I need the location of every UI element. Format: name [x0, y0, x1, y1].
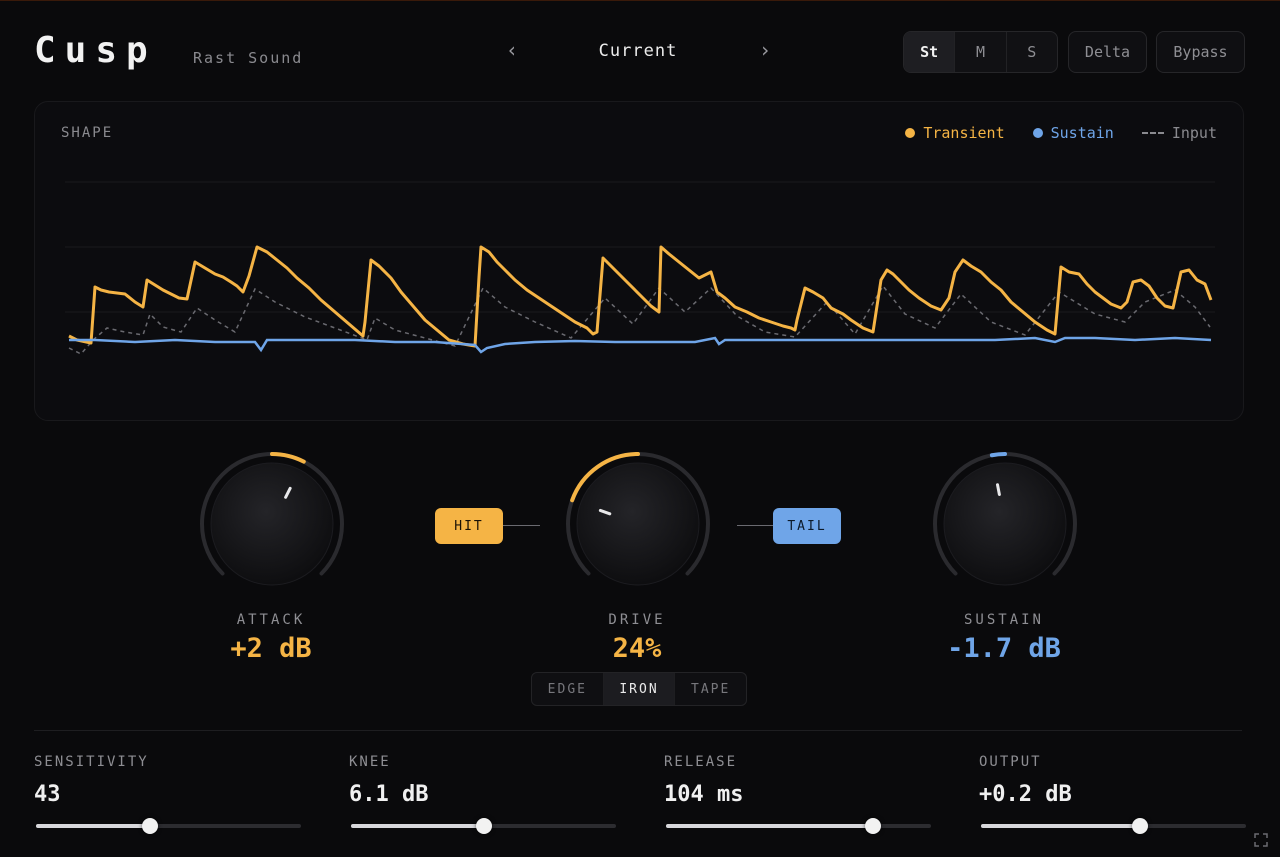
resize-icon[interactable] [1254, 833, 1268, 847]
sensitivity-slider[interactable] [36, 818, 301, 834]
sensitivity-control: SENSITIVITY 43 [34, 754, 304, 834]
legend-transient-label: Transient [923, 124, 1005, 142]
sensitivity-value: 43 [34, 782, 61, 807]
shape-title: SHAPE [61, 125, 114, 141]
legend-transient-dot [905, 128, 916, 138]
drive-mode-iron[interactable]: IRON [603, 673, 676, 705]
release-control: RELEASE 104 ms [664, 754, 934, 834]
output-value: +0.2 dB [979, 782, 1072, 807]
output-slider[interactable] [981, 818, 1246, 834]
release-slider-thumb[interactable] [864, 818, 881, 834]
delta-button[interactable]: Delta [1068, 31, 1147, 73]
hit-tag: HIT [435, 508, 503, 544]
sensitivity-label: SENSITIVITY [34, 754, 149, 770]
top-border [0, 0, 1280, 1]
output-control: OUTPUT +0.2 dB [979, 754, 1249, 834]
release-slider-fill [666, 824, 873, 828]
channel-mode-selector: St M S [903, 31, 1058, 73]
sustain-value: -1.7 dB [947, 633, 1061, 664]
drive-mode-tape[interactable]: TAPE [675, 673, 746, 705]
legend-input-label: Input [1171, 124, 1217, 142]
legend-sustain: Sustain [1032, 124, 1114, 142]
output-slider-thumb[interactable] [1132, 818, 1148, 834]
hit-connector [503, 525, 540, 526]
release-slider[interactable] [666, 818, 931, 834]
drive-knob[interactable] [562, 448, 714, 600]
shape-display: SHAPE Transient Sustain Input [34, 101, 1244, 421]
knee-value: 6.1 dB [349, 782, 429, 807]
legend-transient: Transient [905, 124, 1005, 142]
sensitivity-slider-fill [36, 824, 150, 828]
sensitivity-slider-thumb[interactable] [141, 818, 158, 834]
knee-slider-fill [351, 824, 484, 828]
channel-mode-mid[interactable]: M [955, 32, 1007, 72]
vendor-name: Rast Sound [193, 49, 304, 67]
sustain-knob-pointer [996, 483, 1001, 497]
output-label: OUTPUT [979, 754, 1042, 770]
transient-trace [68, 245, 1213, 348]
legend-sustain-label: Sustain [1050, 124, 1114, 142]
section-divider [34, 730, 1242, 731]
preset-name[interactable]: Current [560, 41, 716, 61]
sustain-value-arc [989, 452, 1007, 458]
output-slider-fill [981, 824, 1140, 828]
app-logo: Cusp [34, 30, 157, 71]
legend-input-dash [1141, 132, 1164, 134]
shape-waveform [65, 181, 1215, 355]
attack-knob-body [210, 462, 334, 586]
knee-slider[interactable] [351, 818, 616, 834]
knee-label: KNEE [349, 754, 391, 770]
chevron-left-icon[interactable]: ‹ [506, 38, 518, 62]
knee-control: KNEE 6.1 dB [349, 754, 619, 834]
release-label: RELEASE [664, 754, 738, 770]
drive-knob-body [576, 462, 700, 586]
bypass-button[interactable]: Bypass [1156, 31, 1245, 73]
release-value: 104 ms [664, 782, 744, 807]
knee-slider-thumb[interactable] [475, 818, 492, 834]
attack-label: ATTACK [236, 612, 306, 628]
tail-connector [737, 525, 773, 526]
drive-mode-selector: EDGE IRON TAPE [531, 672, 747, 706]
legend-input: Input [1141, 124, 1217, 142]
sustain-trace [69, 336, 1212, 354]
drive-label: DRIVE [608, 612, 666, 628]
legend-sustain-dot [1032, 128, 1043, 138]
drive-value: 24% [612, 633, 662, 664]
attack-value-arc [270, 452, 306, 464]
sustain-knob-body [943, 462, 1067, 586]
sustain-knob[interactable] [929, 448, 1081, 600]
attack-knob[interactable] [196, 448, 348, 600]
channel-mode-side[interactable]: S [1007, 32, 1057, 72]
chevron-right-icon[interactable]: › [759, 38, 771, 62]
sustain-label: SUSTAIN [963, 612, 1044, 628]
tail-tag: TAIL [773, 508, 841, 544]
drive-mode-edge[interactable]: EDGE [532, 673, 604, 705]
shape-legend: Transient Sustain Input [905, 124, 1217, 142]
attack-value: +2 dB [230, 633, 312, 664]
channel-mode-stereo[interactable]: St [904, 32, 956, 72]
